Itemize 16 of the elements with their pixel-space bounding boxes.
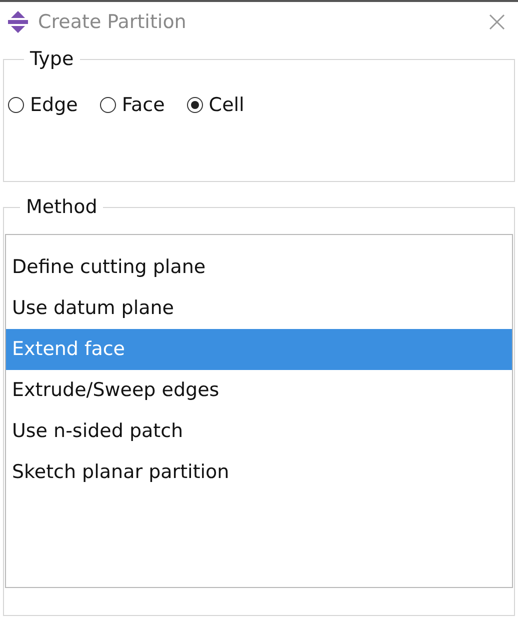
group-label: Type [29,48,75,70]
group-label: Method [25,196,98,218]
close-icon[interactable] [488,13,506,31]
radio-button[interactable] [8,97,24,113]
list-item[interactable]: Extrude/Sweep edges [6,370,512,411]
list-item[interactable]: Sketch planar partition [6,452,512,493]
radio-button[interactable] [186,97,203,113]
app-icon [6,10,30,34]
radio-label[interactable]: Cell [208,94,244,116]
radio-label[interactable]: Face [122,94,165,116]
radio-label[interactable]: Edge [30,94,78,116]
list-item[interactable]: Define cutting plane [6,247,512,288]
radio-button[interactable] [100,97,116,113]
window-title: Create Partition [38,11,188,33]
list-item[interactable]: Use datum plane [6,288,512,329]
list-item[interactable]: Use n-sided patch [6,411,512,452]
